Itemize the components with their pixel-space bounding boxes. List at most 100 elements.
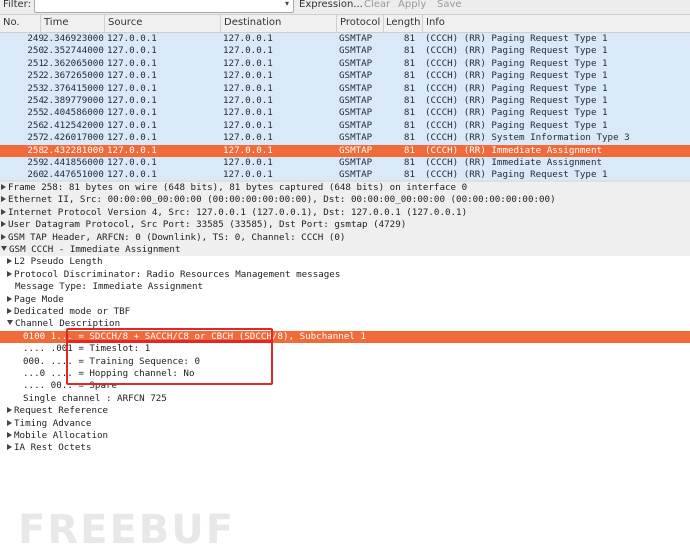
packet-cell-len: 81 [403,45,415,57]
packet-cell-src: 127.0.0.1 [107,33,157,44]
packet-cell-dst: 127.0.0.1 [223,33,273,44]
tree-row-label: Request Reference [14,405,109,417]
filter-dropdown-icon[interactable]: ▾ [285,0,289,8]
tree-row-label: Page Mode [14,293,64,305]
expand-arrow-right-icon[interactable] [7,432,12,438]
tree-row[interactable]: Mobile Allocation [0,430,690,442]
tree-row[interactable]: IA Rest Octets [0,442,690,454]
filter-input[interactable]: ▾ [34,0,294,13]
packet-cell-dst: 127.0.0.1 [223,107,273,119]
packet-cell-time: 2.404586000 [43,107,104,119]
clear-button[interactable]: Clear [364,0,390,10]
tree-row-label: GSM TAP Header, ARFCN: 0 (Downlink), TS:… [8,231,346,243]
packet-cell-no: 254 [27,94,44,106]
tree-row[interactable]: User Datagram Protocol, Src Port: 33585 … [0,219,690,232]
packet-cell-info: (CCCH) (RR) Paging Request Type 1 [425,107,608,119]
tree-row[interactable]: L2 Pseudo Length [0,256,690,268]
packet-row[interactable]: 256 2.412542000 127.0.0.1 127.0.0.1 GSMTAP 81… [0,119,690,133]
column-header-length[interactable]: Length [386,17,421,28]
watermark-logo: FREEBUF [18,507,236,553]
expand-arrow-right-icon[interactable] [7,444,12,451]
packet-row[interactable]: 257 2.426017000 127.0.0.1 127.0.0.1 GSMTAP 81… [0,132,690,145]
column-header-protocol[interactable]: Protocol [340,17,380,28]
packet-cell-dst: 127.0.0.1 [223,70,273,82]
packet-cell-len: 81 [403,94,415,106]
tree-row[interactable]: Timing Advance [0,418,690,430]
packet-cell-len: 81 [403,144,415,156]
expand-arrow-down-icon[interactable] [7,320,13,326]
packet-row[interactable]: 253 2.376415000 127.0.0.1 127.0.0.1 GSMTAP 81… [0,82,690,95]
packet-row[interactable]: 260 2.447651000 127.0.0.1 127.0.0.1 GSMTAP 81… [0,169,690,180]
column-header-info[interactable]: Info [426,17,445,28]
column-header-source[interactable]: Source [108,17,142,28]
tree-row[interactable]: Protocol Discriminator: Radio Resources … [0,269,690,281]
packet-cell-info: (CCCH) (RR) Paging Request Type 1 [425,82,608,94]
packet-cell-no: 255 [27,107,44,119]
tree-row[interactable]: Single channel : ARFCN 725 [0,393,690,405]
tree-row[interactable]: Frame 258: 81 bytes on wire (648 bits), … [0,182,690,195]
tree-row-label: Dedicated mode or TBF [14,306,131,317]
apply-button[interactable]: Apply [398,0,426,10]
expression-button[interactable]: Expression... [299,0,363,10]
packet-cell-info: (CCCH) (RR) Paging Request Type 1 [425,169,608,180]
expand-arrow-right-icon[interactable] [7,419,12,426]
column-header-destination[interactable]: Destination [224,17,281,28]
packet-row[interactable]: 252 2.367265000 127.0.0.1 127.0.0.1 GSMTAP 81… [0,70,690,83]
expand-arrow-right-icon[interactable] [7,295,12,302]
packet-row[interactable]: 249 2.346923000 127.0.0.1 127.0.0.1 GSMTAP 81… [0,33,690,46]
packet-cell-proto: GSMTAP [339,70,373,82]
expand-arrow-right-icon[interactable] [1,221,6,228]
packet-row[interactable]: 251 2.362065000 127.0.0.1 127.0.0.1 GSMTAP 81… [0,57,690,71]
packet-cell-proto: GSMTAP [339,57,373,69]
expand-arrow-right-icon[interactable] [1,196,6,203]
tree-row[interactable]: Dedicated mode or TBF [0,306,690,318]
packet-row[interactable]: 259 2.441856000 127.0.0.1 127.0.0.1 GSMTAP 81… [0,156,690,170]
packet-cell-src: 127.0.0.1 [107,94,157,106]
packet-cell-dst: 127.0.0.1 [223,144,273,156]
tree-row[interactable]: Message Type: Immediate Assignment [0,281,690,293]
column-header-no[interactable]: No. [3,17,20,28]
packet-cell-proto: GSMTAP [339,107,373,119]
column-header-time[interactable]: Time [44,17,68,28]
tree-row[interactable]: GSM CCCH - Immediate Assignment [0,244,690,257]
packet-cell-no: 258 [27,144,44,156]
expand-arrow-right-icon[interactable] [7,270,12,277]
packet-row[interactable]: 255 2.404586000 127.0.0.1 127.0.0.1 GSMTAP 81… [0,107,690,120]
save-button[interactable]: Save [437,0,462,10]
tree-row[interactable]: Request Reference [0,405,690,417]
tree-row[interactable]: GSM TAP Header, ARFCN: 0 (Downlink), TS:… [0,231,690,244]
packet-cell-info: (CCCH) (RR) Paging Request Type 1 [425,57,608,69]
packet-cell-no: 259 [27,156,44,168]
packet-list-header: No. Time Source Destination Protocol Len… [0,15,690,33]
packet-cell-time: 2.346923000 [43,33,104,44]
packet-cell-src: 127.0.0.1 [107,132,157,144]
expand-arrow-right-icon[interactable] [1,184,6,190]
expand-arrow-right-icon[interactable] [7,407,12,414]
packet-cell-dst: 127.0.0.1 [223,45,273,57]
packet-cell-dst: 127.0.0.1 [223,156,273,168]
packet-cell-no: 250 [27,45,44,57]
packet-details-tree[interactable]: Frame 258: 81 bytes on wire (648 bits), … [0,182,690,555]
expand-arrow-right-icon[interactable] [7,308,12,314]
packet-cell-time: 2.447651000 [43,169,104,180]
tree-row-label: Protocol Discriminator: Radio Resources … [14,268,341,280]
packet-row[interactable]: 254 2.389779000 127.0.0.1 127.0.0.1 GSMTAP 81… [0,94,690,108]
packet-cell-info: (CCCH) (RR) Immediate Assignment [425,156,603,168]
tree-row-label: Message Type: Immediate Assignment [15,281,204,293]
expand-arrow-right-icon[interactable] [1,233,6,240]
filter-label: Filter: [3,0,31,10]
tree-row[interactable]: Page Mode [0,294,690,306]
packet-cell-len: 81 [403,169,415,180]
packet-row-selected[interactable]: 258 2.432281000 127.0.0.1 127.0.0.1 GSMTAP 81… [0,144,690,157]
packet-cell-info: (CCCH) (RR) Paging Request Type 1 [425,33,608,44]
tree-row-label: Timing Advance [14,417,92,429]
packet-list[interactable]: No. Time Source Destination Protocol Len… [0,15,690,180]
packet-cell-proto: GSMTAP [339,132,373,144]
tree-row[interactable]: Ethernet II, Src: 00:00:00_00:00:00 (00:… [0,194,690,207]
tree-row[interactable]: Internet Protocol Version 4, Src: 127.0.… [0,206,690,220]
expand-arrow-down-icon[interactable] [1,246,7,251]
packet-row[interactable]: 250 2.352744000 127.0.0.1 127.0.0.1 GSMTAP 81… [0,45,690,58]
expand-arrow-right-icon[interactable] [7,258,12,265]
packet-cell-proto: GSMTAP [339,144,373,156]
expand-arrow-right-icon[interactable] [1,208,6,215]
